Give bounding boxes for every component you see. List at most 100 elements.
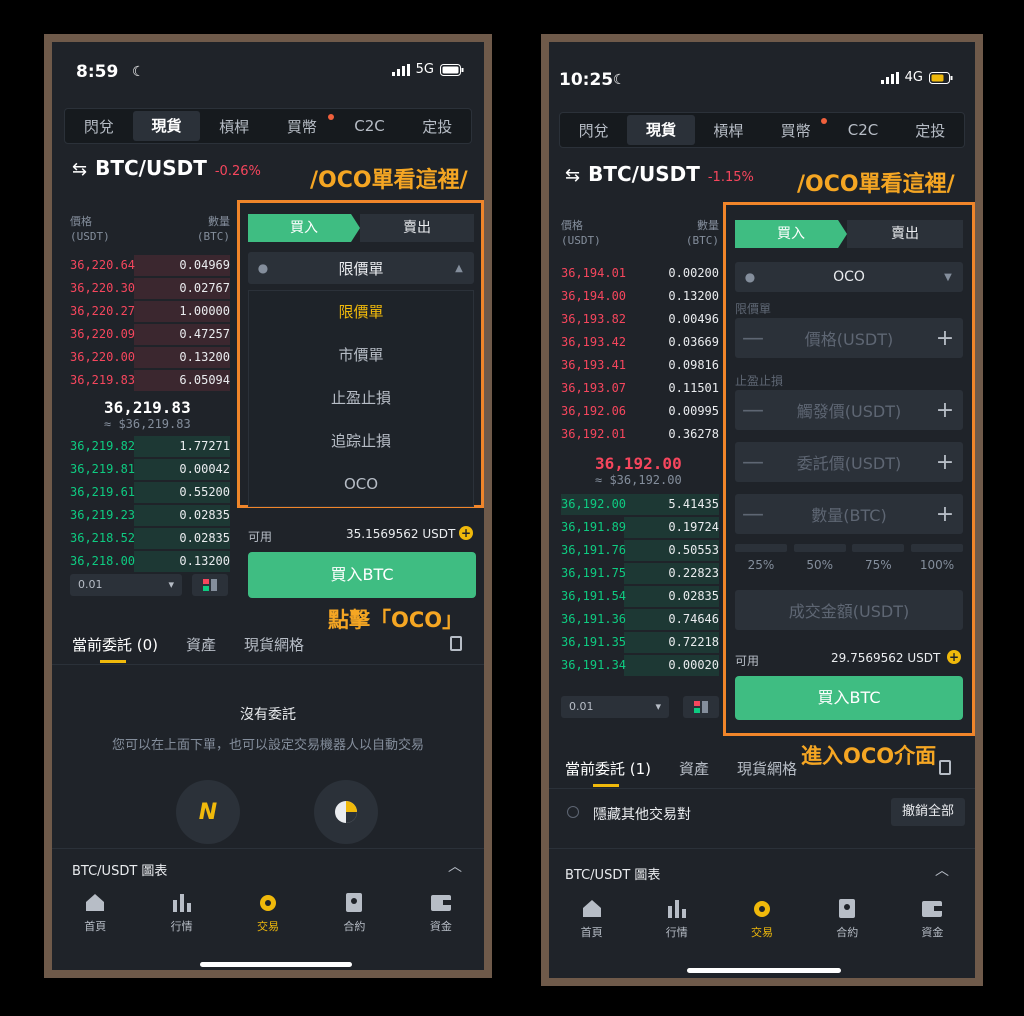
nav-home[interactable]: 首頁 <box>52 890 138 934</box>
order-price-input[interactable]: — 委託價(USDT) + <box>735 442 963 482</box>
bid-row[interactable]: 36,219.61 0.55200 <box>70 481 230 504</box>
ask-row[interactable]: 36,220.30 0.02767 <box>70 277 230 300</box>
add-funds-icon[interactable]: + <box>459 526 473 540</box>
ask-row[interactable]: 36,220.00 0.13200 <box>70 346 230 369</box>
percent-50[interactable]: 50% <box>794 558 846 572</box>
order-type-select[interactable]: ● OCO ▼ <box>735 262 963 292</box>
nav-markets[interactable]: 行情 <box>138 890 224 934</box>
ask-row[interactable]: 36,192.01 0.36278 <box>561 423 719 446</box>
nav-trade[interactable]: 交易 <box>225 890 311 934</box>
tab-c2c[interactable]: C2C <box>336 117 404 135</box>
bid-row[interactable]: 36,191.36 0.74646 <box>561 608 719 631</box>
tab-spot[interactable]: 現貨 <box>132 111 201 141</box>
menu-item-stop-limit[interactable]: 止盈止損 <box>249 377 473 420</box>
bid-row[interactable]: 36,218.00 0.13200 <box>70 550 230 573</box>
bid-row[interactable]: 36,191.34 0.00020 <box>561 654 719 677</box>
menu-item-oco[interactable]: OCO <box>249 463 473 506</box>
bid-row[interactable]: 36,191.89 0.19724 <box>561 516 719 539</box>
buy-btc-button[interactable]: 買入BTC <box>735 676 963 720</box>
ask-row[interactable]: 36,220.27 1.00000 <box>70 300 230 323</box>
bot-icon[interactable]: N <box>176 780 240 844</box>
depth-select[interactable]: 0.01 ▾ <box>561 696 669 718</box>
ask-row[interactable]: 36,194.01 0.00200 <box>561 262 719 285</box>
ask-row[interactable]: 36,220.64 0.04969 <box>70 254 230 277</box>
tab-margin[interactable]: 槓桿 <box>200 116 268 137</box>
nav-futures[interactable]: 合約 <box>311 890 397 934</box>
chevron-up-icon[interactable]: ︿ <box>448 856 462 876</box>
ask-row[interactable]: 36,193.42 0.03669 <box>561 331 719 354</box>
percent-slider[interactable] <box>735 544 963 552</box>
tab-flash[interactable]: 閃兌 <box>560 120 627 141</box>
tab-flash[interactable]: 閃兌 <box>65 116 133 137</box>
pair-header[interactable]: ⇆ BTC/USDT -1.15% <box>565 162 754 186</box>
sell-tab[interactable]: 賣出 <box>360 214 474 242</box>
chart-toggle-label[interactable]: BTC/USDT 圖表 <box>72 860 167 879</box>
ask-row[interactable]: 36,220.09 0.47257 <box>70 323 230 346</box>
tab-spot-grid[interactable]: 現貨網格 <box>244 634 304 655</box>
trigger-price-input[interactable]: — 觸發價(USDT) + <box>735 390 963 430</box>
order-history-icon[interactable] <box>939 760 951 775</box>
tab-margin[interactable]: 槓桿 <box>695 120 762 141</box>
chart-toggle-label[interactable]: BTC/USDT 圖表 <box>565 864 660 883</box>
ask-row[interactable]: 36,192.06 0.00995 <box>561 400 719 423</box>
nav-wallet[interactable]: 資金 <box>890 896 975 940</box>
nav-futures[interactable]: 合約 <box>805 896 890 940</box>
tab-spot[interactable]: 現貨 <box>627 115 695 145</box>
ask-row[interactable]: 36,193.82 0.00496 <box>561 308 719 331</box>
amount-input[interactable]: — 數量(BTC) + <box>735 494 963 534</box>
tab-open-orders[interactable]: 當前委託 (0) <box>72 634 158 663</box>
pie-chart-icon[interactable] <box>314 780 378 844</box>
nav-wallet[interactable]: 資金 <box>398 890 484 934</box>
moon-icon: ☾ <box>613 72 626 88</box>
tab-spot-grid[interactable]: 現貨網格 <box>737 758 797 779</box>
tab-dca[interactable]: 定投 <box>403 116 471 137</box>
bid-row[interactable]: 36,191.76 0.50553 <box>561 539 719 562</box>
chevron-up-icon[interactable]: ︿ <box>935 860 949 880</box>
bid-row[interactable]: 36,192.00 5.41435 <box>561 493 719 516</box>
nav-trade[interactable]: 交易 <box>719 896 804 940</box>
home-icon <box>86 894 105 911</box>
orderbook-layout-icon[interactable] <box>192 574 228 596</box>
percent-25[interactable]: 25% <box>735 558 787 572</box>
tab-open-orders[interactable]: 當前委託 (1) <box>565 758 651 787</box>
bid-row[interactable]: 36,219.23 0.02835 <box>70 504 230 527</box>
sell-tab[interactable]: 賣出 <box>847 220 963 248</box>
bid-row[interactable]: 36,218.52 0.02835 <box>70 527 230 550</box>
tab-buy-crypto[interactable]: 買幣 <box>268 113 336 137</box>
tab-assets[interactable]: 資產 <box>186 634 216 655</box>
buy-btc-button[interactable]: 買入BTC <box>248 552 476 598</box>
order-type-select[interactable]: ● 限價單 ▲ <box>248 252 474 284</box>
hide-pairs-checkbox[interactable] <box>567 806 579 818</box>
add-funds-icon[interactable]: + <box>947 650 961 664</box>
mid-price: 36,219.83 <box>104 398 191 417</box>
ask-row[interactable]: 36,193.41 0.09816 <box>561 354 719 377</box>
bid-row[interactable]: 36,219.81 0.00042 <box>70 458 230 481</box>
percent-75[interactable]: 75% <box>852 558 904 572</box>
tab-buy-crypto[interactable]: 買幣 <box>762 117 829 141</box>
menu-item-limit[interactable]: 限價單 <box>249 291 473 334</box>
tab-dca[interactable]: 定投 <box>897 120 964 141</box>
orderbook-layout-icon[interactable] <box>683 696 719 718</box>
nav-markets[interactable]: 行情 <box>634 896 719 940</box>
order-history-icon[interactable] <box>450 636 462 651</box>
total-input[interactable]: 成交金額(USDT) <box>735 590 963 630</box>
bid-row[interactable]: 36,219.82 1.77271 <box>70 435 230 458</box>
tab-assets[interactable]: 資產 <box>679 758 709 779</box>
percent-100[interactable]: 100% <box>911 558 963 572</box>
ask-row[interactable]: 36,219.83 6.05094 <box>70 369 230 392</box>
buy-tab[interactable]: 買入 <box>248 214 360 242</box>
ask-row[interactable]: 36,193.07 0.11501 <box>561 377 719 400</box>
tab-c2c[interactable]: C2C <box>829 121 896 139</box>
bid-row[interactable]: 36,191.75 0.22823 <box>561 562 719 585</box>
nav-home[interactable]: 首頁 <box>549 896 634 940</box>
bid-row[interactable]: 36,191.35 0.72218 <box>561 631 719 654</box>
menu-item-trailing-stop[interactable]: 追踪止損 <box>249 420 473 463</box>
ask-row[interactable]: 36,194.00 0.13200 <box>561 285 719 308</box>
menu-item-market[interactable]: 市價單 <box>249 334 473 377</box>
pair-header[interactable]: ⇆ BTC/USDT -0.26% <box>72 156 261 180</box>
depth-select[interactable]: 0.01 ▾ <box>70 574 182 596</box>
buy-tab[interactable]: 買入 <box>735 220 847 248</box>
cancel-all-button[interactable]: 撤銷全部 <box>891 798 965 826</box>
bid-row[interactable]: 36,191.54 0.02835 <box>561 585 719 608</box>
price-input[interactable]: — 價格(USDT) + <box>735 318 963 358</box>
